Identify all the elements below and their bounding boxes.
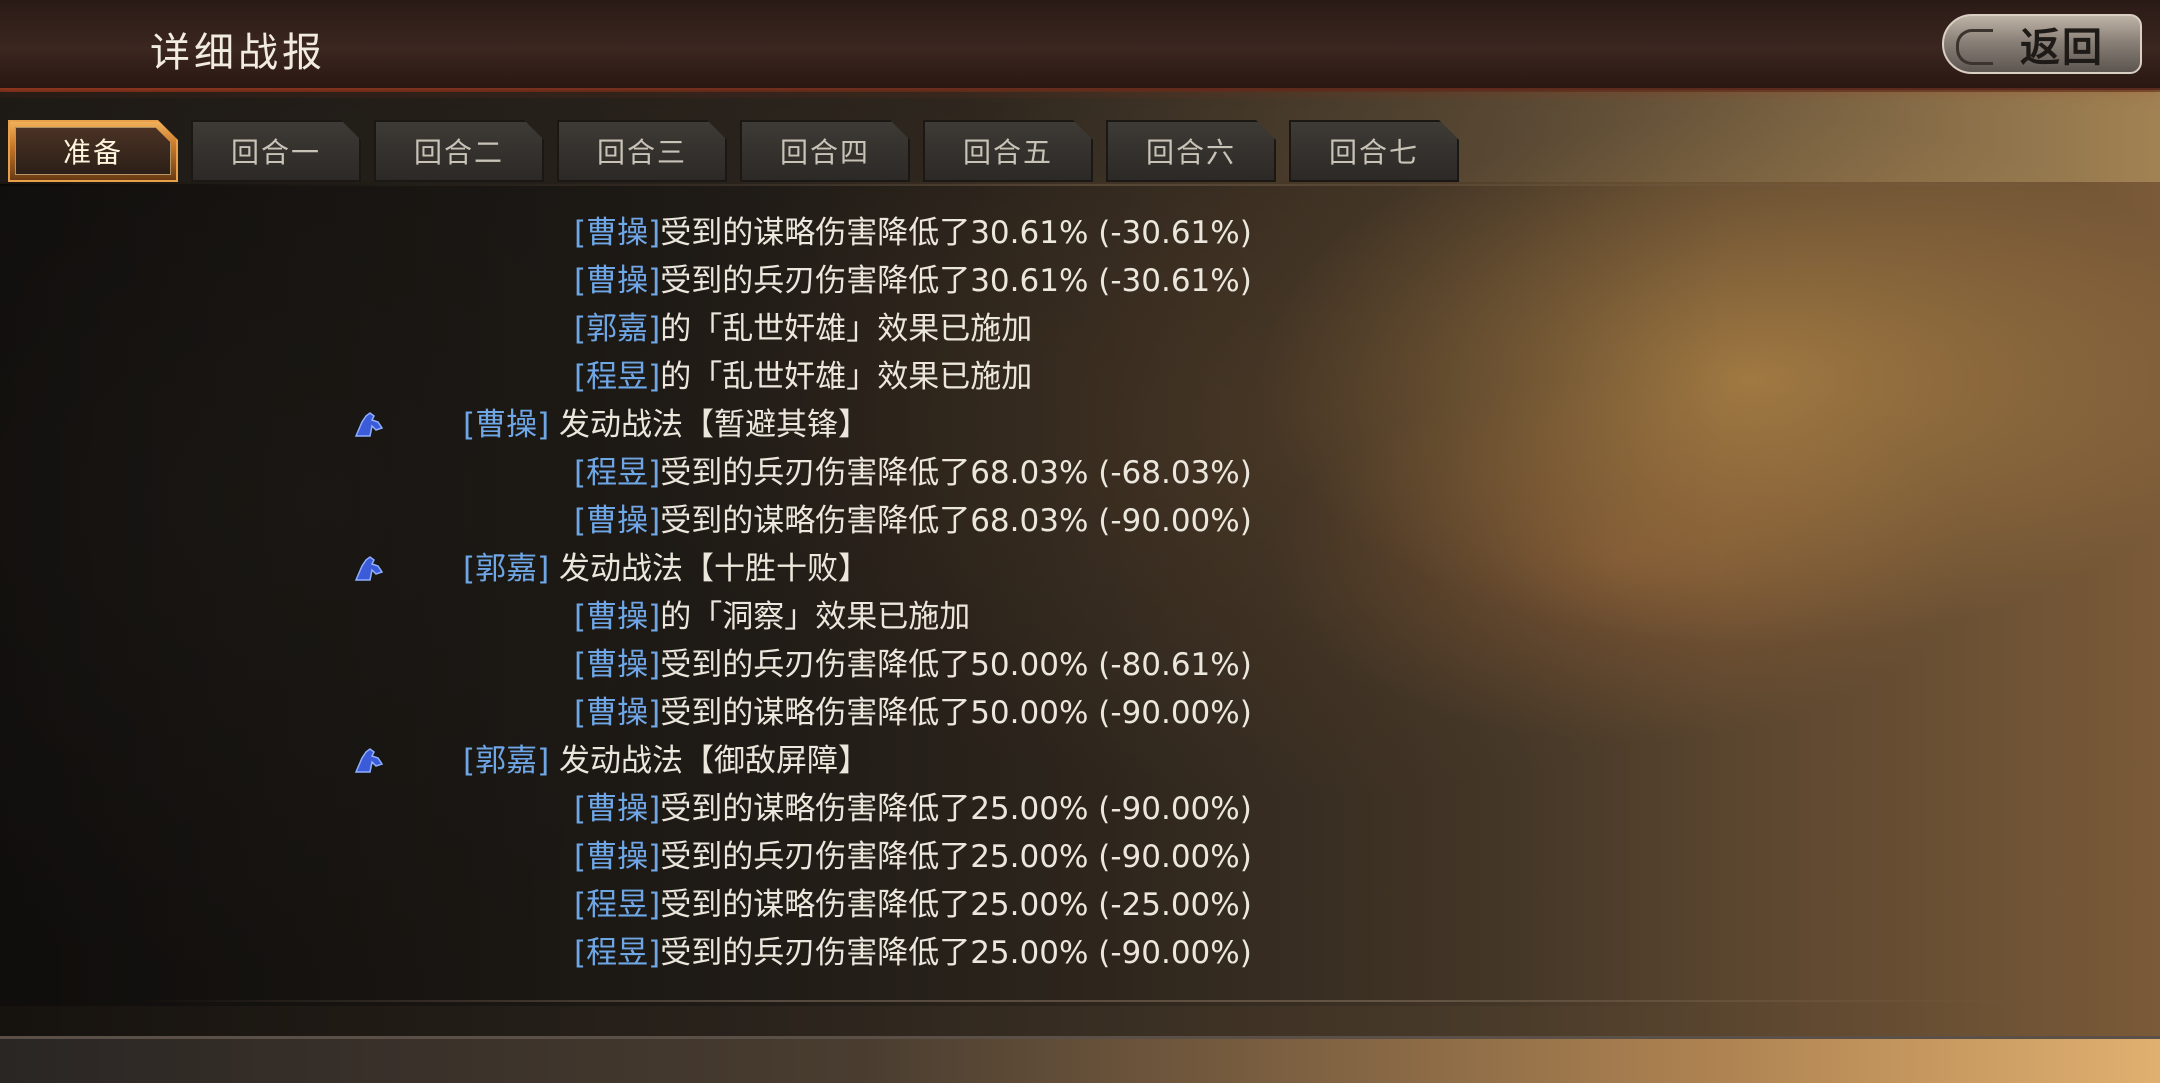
tab-label: 回合一 — [230, 136, 321, 169]
skill-activation-line: [郭嘉] 发动战法【十胜十败】 — [463, 545, 869, 593]
tab-label: 回合七 — [1328, 136, 1419, 169]
page-title: 详细战报 — [150, 30, 326, 76]
effect-log-line: [曹操]受到的兵刃伤害降低了30.61% (-30.61%) — [574, 257, 1252, 305]
general-name[interactable]: [曹操] — [574, 599, 660, 635]
effect-log-line: [程昱]的「乱世奸雄」效果已施加 — [574, 353, 1032, 401]
general-name[interactable]: [曹操] — [574, 503, 660, 539]
log-text: 受到的兵刃伤害降低了25.00% (-90.00%) — [660, 935, 1252, 971]
log-text: 受到的兵刃伤害降低了50.00% (-80.61%) — [660, 647, 1252, 683]
effect-log-line: [曹操]受到的兵刃伤害降低了50.00% (-80.61%) — [574, 641, 1252, 689]
tab-5[interactable]: 回合五 — [923, 120, 1093, 182]
skill-activation-line: [郭嘉] 发动战法【御敌屏障】 — [463, 737, 869, 785]
general-name[interactable]: [程昱] — [574, 887, 660, 923]
effect-log-line: [曹操]受到的谋略伤害降低了25.00% (-90.00%) — [574, 785, 1252, 833]
general-name[interactable]: [曹操] — [574, 647, 660, 683]
general-name[interactable]: [曹操] — [574, 791, 660, 827]
general-name[interactable]: [程昱] — [574, 455, 660, 491]
general-name[interactable]: [程昱] — [574, 359, 660, 395]
log-text: 受到的兵刃伤害降低了30.61% (-30.61%) — [660, 263, 1252, 299]
general-name[interactable]: [曹操] — [574, 839, 660, 875]
log-text: 受到的谋略伤害降低了25.00% (-90.00%) — [660, 791, 1252, 827]
general-name[interactable]: [郭嘉] — [574, 311, 660, 347]
tab-0[interactable]: 准备 — [8, 120, 178, 182]
bottom-bar — [0, 1036, 2160, 1083]
general-name[interactable]: [曹操] — [574, 695, 660, 731]
effect-log-line: [曹操]受到的谋略伤害降低了68.03% (-90.00%) — [574, 497, 1252, 545]
skill-activation-line: [曹操] 发动战法【暂避其锋】 — [463, 401, 869, 449]
tab-1[interactable]: 回合一 — [191, 120, 361, 182]
tab-label: 回合五 — [962, 136, 1053, 169]
general-name[interactable]: [曹操] — [463, 407, 549, 443]
cavalry-icon — [352, 554, 384, 584]
log-text: 受到的谋略伤害降低了50.00% (-90.00%) — [660, 695, 1252, 731]
general-name[interactable]: [郭嘉] — [463, 551, 549, 587]
effect-log-line: [曹操]受到的谋略伤害降低了30.61% (-30.61%) — [574, 209, 1252, 257]
title-bar: 详细战报 返回 — [0, 0, 2160, 98]
tab-6[interactable]: 回合六 — [1106, 120, 1276, 182]
divider — [135, 1000, 2025, 1002]
effect-log-line: [曹操]的「洞察」效果已施加 — [574, 593, 970, 641]
log-text: 发动战法【御敌屏障】 — [549, 743, 870, 779]
tab-2[interactable]: 回合二 — [374, 120, 544, 182]
back-button[interactable]: 返回 — [1942, 14, 2142, 74]
back-button-label: 返回 — [2020, 25, 2104, 71]
general-name[interactable]: [曹操] — [574, 215, 660, 251]
effect-log-line: [程昱]受到的兵刃伤害降低了68.03% (-68.03%) — [574, 449, 1252, 497]
log-text: 受到的谋略伤害降低了68.03% (-90.00%) — [660, 503, 1252, 539]
log-text: 受到的兵刃伤害降低了25.00% (-90.00%) — [660, 839, 1252, 875]
tab-label: 回合四 — [779, 136, 870, 169]
log-text: 发动战法【暂避其锋】 — [549, 407, 870, 443]
log-text: 受到的兵刃伤害降低了68.03% (-68.03%) — [660, 455, 1252, 491]
tab-label: 准备 — [62, 136, 123, 169]
general-name[interactable]: [郭嘉] — [463, 743, 549, 779]
log-text: 受到的谋略伤害降低了30.61% (-30.61%) — [660, 215, 1252, 251]
log-text: 的「乱世奸雄」效果已施加 — [660, 359, 1033, 395]
effect-log-line: [程昱]受到的兵刃伤害降低了25.00% (-90.00%) — [574, 929, 1252, 977]
log-text: 的「洞察」效果已施加 — [660, 599, 971, 635]
effect-log-line: [程昱]受到的谋略伤害降低了25.00% (-25.00%) — [574, 881, 1252, 929]
log-text: 受到的谋略伤害降低了25.00% (-25.00%) — [660, 887, 1252, 923]
back-arrow-icon — [1956, 29, 1993, 65]
tab-7[interactable]: 回合七 — [1289, 120, 1459, 182]
cavalry-icon — [352, 410, 384, 440]
tab-label: 回合六 — [1145, 136, 1236, 169]
cavalry-icon — [352, 746, 384, 776]
effect-log-line: [曹操]受到的兵刃伤害降低了25.00% (-90.00%) — [574, 833, 1252, 881]
tab-3[interactable]: 回合三 — [557, 120, 727, 182]
general-name[interactable]: [曹操] — [574, 263, 660, 299]
effect-log-line: [郭嘉]的「乱世奸雄」效果已施加 — [574, 305, 1032, 353]
tab-label: 回合二 — [413, 136, 504, 169]
tab-label: 回合三 — [596, 136, 687, 169]
effect-log-line: [曹操]受到的谋略伤害降低了50.00% (-90.00%) — [574, 689, 1252, 737]
general-name[interactable]: [程昱] — [574, 935, 660, 971]
tab-4[interactable]: 回合四 — [740, 120, 910, 182]
log-text: 发动战法【十胜十败】 — [549, 551, 870, 587]
log-text: 的「乱世奸雄」效果已施加 — [660, 311, 1033, 347]
